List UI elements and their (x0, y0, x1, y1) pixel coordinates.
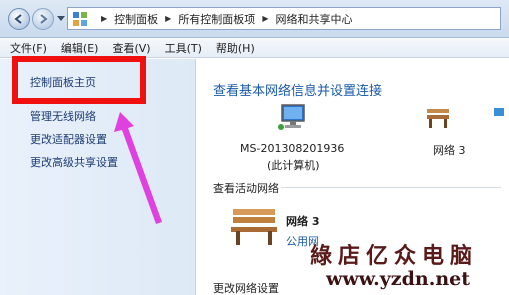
breadcrumb-all-items[interactable]: 所有控制面板项 (178, 11, 255, 27)
active-networks-heading: 查看活动网络 (213, 182, 279, 195)
sidebar-item-sharing-settings[interactable]: 更改高级共享设置 (30, 154, 118, 170)
menu-bar: 文件(F) 编辑(E) 查看(V) 工具(T) 帮助(H) (0, 38, 509, 58)
change-network-settings-heading: 更改网络设置 (213, 282, 279, 295)
menu-tools[interactable]: 工具(T) (165, 40, 202, 56)
chevron-right-icon[interactable]: ▶ (165, 14, 171, 23)
breadcrumb-control-panel[interactable]: 控制面板 (114, 11, 158, 27)
menu-help[interactable]: 帮助(H) (216, 40, 255, 56)
pointer-arrow-icon (114, 112, 162, 224)
chevron-right-icon[interactable]: ▶ (262, 14, 268, 23)
network-bench-icon[interactable] (425, 105, 451, 131)
highlight-box (12, 56, 146, 104)
computer-subtitle: (此计算机) (267, 159, 320, 172)
page-title: 查看基本网络信息并设置连接 (213, 84, 383, 99)
address-bar: ▶ 控制面板 ▶ 所有控制面板项 ▶ 网络和共享中心 (0, 0, 509, 38)
public-network-bench-icon (231, 209, 277, 245)
recent-pages-dropdown[interactable] (57, 16, 65, 21)
address-field[interactable]: ▶ 控制面板 ▶ 所有控制面板项 ▶ 网络和共享中心 (67, 7, 501, 30)
forward-arrow-icon (40, 14, 48, 24)
sidebar-item-adapter-settings[interactable]: 更改适配器设置 (30, 131, 107, 147)
computer-name: MS-201308201936 (240, 142, 345, 155)
computer-icon[interactable] (276, 103, 310, 133)
watermark-text: 綠店亿众电脑 (310, 243, 479, 269)
menu-file[interactable]: 文件(F) (10, 40, 47, 56)
watermark-url: www.yzdn.net (326, 268, 470, 290)
network-map-label: 网络 3 (433, 144, 466, 157)
control-panel-icon (73, 11, 87, 26)
chevron-right-icon[interactable]: ▶ (101, 14, 107, 23)
internet-icon[interactable] (493, 107, 505, 117)
breadcrumb-network-center[interactable]: 网络和共享中心 (275, 11, 352, 27)
breadcrumb: ▶ 控制面板 ▶ 所有控制面板项 ▶ 网络和共享中心 (94, 11, 352, 27)
menu-view[interactable]: 查看(V) (112, 40, 150, 56)
back-arrow-icon (14, 14, 22, 24)
active-network-name: 网络 3 (286, 215, 320, 228)
back-button[interactable] (8, 8, 30, 30)
section-divider (281, 187, 501, 188)
menu-edit[interactable]: 编辑(E) (61, 40, 99, 56)
forward-button[interactable] (32, 8, 54, 30)
sidebar-item-manage-wireless[interactable]: 管理无线网络 (30, 108, 96, 124)
